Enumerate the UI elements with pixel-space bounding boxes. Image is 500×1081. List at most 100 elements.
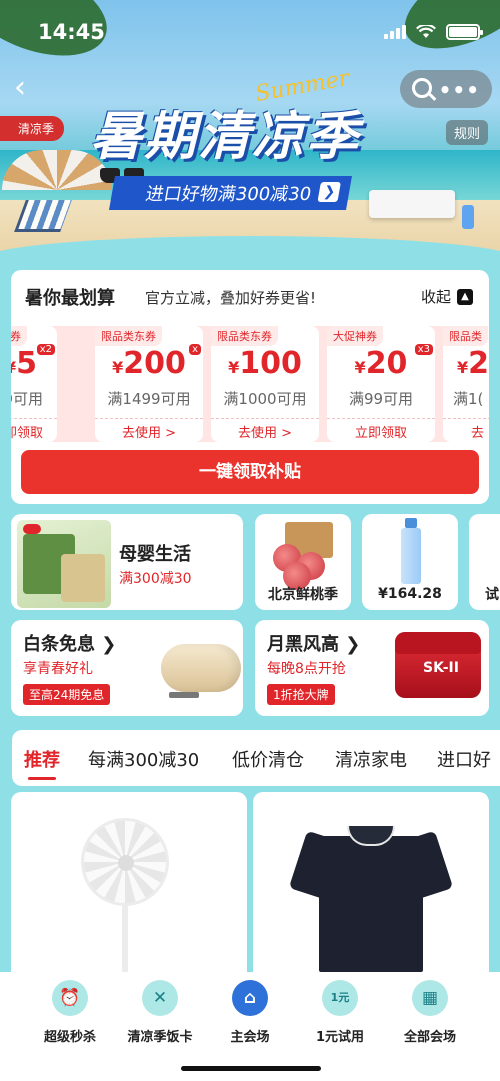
wave-divider	[0, 236, 500, 270]
category-tile-lotion[interactable]: ¥164.28	[362, 514, 458, 610]
hero-banner: 14:45 ‹ ••• 规则 清凉季 Summer 暑期清凉季 进口好物满300…	[0, 0, 500, 270]
brand-tag: 清凉季	[0, 116, 65, 141]
coupon-type: 限品类东券	[95, 326, 162, 346]
coupon-value: ¥200	[112, 346, 186, 381]
peach-image	[273, 522, 335, 590]
wifi-icon	[416, 25, 436, 38]
air-conditioner-image	[369, 190, 455, 218]
hero-subtitle-button[interactable]: 进口好物满300减30 ❯	[109, 176, 353, 210]
nav-meal-card[interactable]: ✕ 清凉季饭卡	[110, 980, 210, 1050]
coupon-type: 东券	[11, 326, 27, 346]
coupon-badge: x2	[36, 344, 55, 355]
category-tabs: 推荐 每满300减30 低价清仓 清凉家电 进口好	[12, 730, 500, 786]
home-indicator	[181, 1066, 321, 1071]
coupon-header: 暑你最划算 官方立减，叠加好券更省! 收起 ▲	[11, 270, 489, 320]
claim-subsidy-button[interactable]: 一键领取补贴	[21, 450, 479, 494]
nav-main-venue[interactable]: ⌂ 主会场	[200, 980, 300, 1050]
fork-knife-icon: ✕	[142, 980, 178, 1016]
nav-actions-pill: •••	[400, 70, 492, 108]
tile-subtitle: 满300减30	[119, 571, 192, 587]
coupon-list: 东券 ¥5 x2 9可用 即领取 限品类东券 ¥200 x 满1499可用 去使…	[11, 326, 489, 442]
chevron-right-icon: ❯	[317, 182, 342, 202]
tile-subtitle: 享青春好礼	[23, 661, 93, 677]
product-card[interactable]	[11, 792, 247, 992]
category-tile-peach[interactable]: 北京鲜桃季	[255, 514, 351, 610]
category-tile-baitiao[interactable]: 白条免息 ❯ 享青春好礼 至高24期免息	[11, 620, 243, 716]
nav-label: 清凉季饭卡	[127, 1030, 193, 1045]
bottom-navigation: ⏰ 超级秒杀 ✕ 清凉季饭卡 ⌂ 主会场 1元 1元试用 ▦ 全部会场	[0, 972, 500, 1081]
collapse-label: 收起	[420, 288, 451, 306]
coupon-action[interactable]: 去使用 >	[95, 418, 203, 441]
coupon-min: 满1000可用	[223, 390, 307, 408]
back-button[interactable]: ‹	[14, 70, 50, 106]
hero-title: 暑期清凉季	[90, 107, 361, 167]
home-icon: ⌂	[232, 980, 268, 1016]
tile-price: ¥164.28	[378, 586, 442, 602]
coupon-value: ¥2	[457, 346, 489, 381]
coupon-card[interactable]: 大促神券 ¥20 x3 满99可用 立即领取	[327, 326, 435, 442]
jar-brand: SK-II	[423, 660, 459, 676]
coupon-action[interactable]: 去使用 >	[211, 418, 319, 441]
search-icon[interactable]	[412, 78, 432, 98]
coupon-badge: x3	[414, 344, 433, 355]
nav-label: 主会场	[230, 1030, 270, 1045]
coupon-action[interactable]: 即领取	[11, 418, 57, 441]
coupon-card[interactable]: 限品类东券 ¥200 x 满1499可用 去使用 >	[95, 326, 203, 442]
coupon-card[interactable]: 东券 ¥5 x2 9可用 即领取	[11, 326, 57, 442]
collapse-button[interactable]: 收起 ▲	[421, 286, 473, 307]
coupon-min: 9可用	[11, 390, 43, 408]
signal-icon	[384, 25, 406, 39]
tab-imports[interactable]: 进口好	[437, 746, 491, 772]
coupon-card[interactable]: 限品类东券 ¥100 满1000可用 去使用 >	[211, 326, 319, 442]
coupon-card[interactable]: 限品类 ¥2 满1( 去	[443, 326, 489, 442]
status-time: 14:45	[38, 20, 105, 44]
rules-button[interactable]: 规则	[445, 120, 488, 145]
skincare-jar-image: SK-II	[395, 632, 481, 698]
nav-label: 1元试用	[315, 1030, 365, 1045]
coupon-type: 大促神券	[327, 326, 383, 346]
coupon-min: 满1499可用	[107, 390, 191, 408]
coupon-type: 限品类东券	[211, 326, 278, 346]
tab-clearance[interactable]: 低价清仓	[232, 746, 304, 772]
battery-icon	[446, 24, 483, 40]
tile-subtitle: 每晚8点开抢	[267, 661, 346, 677]
coupon-type: 限品类	[443, 326, 488, 346]
water-heater-image	[161, 644, 241, 698]
coupon-section-title: 暑你最划算	[25, 288, 115, 309]
nav-flash-sale[interactable]: ⏰ 超级秒杀	[20, 980, 120, 1050]
coupon-section: 暑你最划算 官方立减，叠加好券更省! 收起 ▲ 东券 ¥5 x2 9可用 即领取…	[11, 270, 489, 504]
polo-shirt-image	[288, 822, 454, 972]
coupon-action[interactable]: 去	[443, 418, 489, 441]
nav-label: 全部会场	[403, 1030, 456, 1045]
trial-card-icon: 1元	[322, 980, 358, 1016]
category-tile-baby[interactable]: 母婴生活 满300减30	[11, 514, 243, 610]
lotion-image	[400, 518, 422, 584]
more-icon[interactable]: •••	[439, 78, 480, 102]
coupon-value: ¥100	[228, 346, 302, 381]
tile-caption: 北京鲜桃季	[268, 587, 338, 603]
tile-badge: 至高24期免息	[23, 684, 111, 705]
nav-trial[interactable]: 1元 1元试用	[290, 980, 390, 1050]
status-icons	[384, 24, 483, 40]
tile-title: 母婴生活	[119, 544, 191, 565]
baby-product-image	[17, 520, 111, 608]
coupon-badge: x	[189, 344, 201, 355]
tab-300-off-30[interactable]: 每满300减30	[88, 746, 199, 772]
nav-all-venues[interactable]: ▦ 全部会场	[380, 980, 480, 1050]
coupon-action[interactable]: 立即领取	[327, 418, 435, 441]
tile-caption: 试	[485, 587, 499, 603]
category-tile-partial[interactable]: 试	[469, 514, 500, 610]
chevron-up-icon: ▲	[457, 288, 473, 305]
bottle-image	[462, 205, 474, 229]
coupon-section-description: 官方立减，叠加好券更省!	[145, 289, 317, 307]
product-card[interactable]	[253, 792, 489, 992]
tile-title: 月黑风高 ❯	[267, 634, 361, 655]
nav-label: 超级秒杀	[43, 1030, 96, 1045]
tab-recommend[interactable]: 推荐	[24, 746, 60, 780]
coupon-min: 满99可用	[348, 390, 414, 408]
tab-cool-appliances[interactable]: 清凉家电	[335, 746, 407, 772]
coupon-min: 满1(	[453, 390, 484, 408]
category-tile-moon[interactable]: 月黑风高 ❯ 每晚8点开抢 1折抢大牌 SK-II	[255, 620, 489, 716]
tile-title: 白条免息 ❯	[23, 634, 117, 655]
hero-subtitle-text: 进口好物满300减30	[143, 184, 313, 205]
